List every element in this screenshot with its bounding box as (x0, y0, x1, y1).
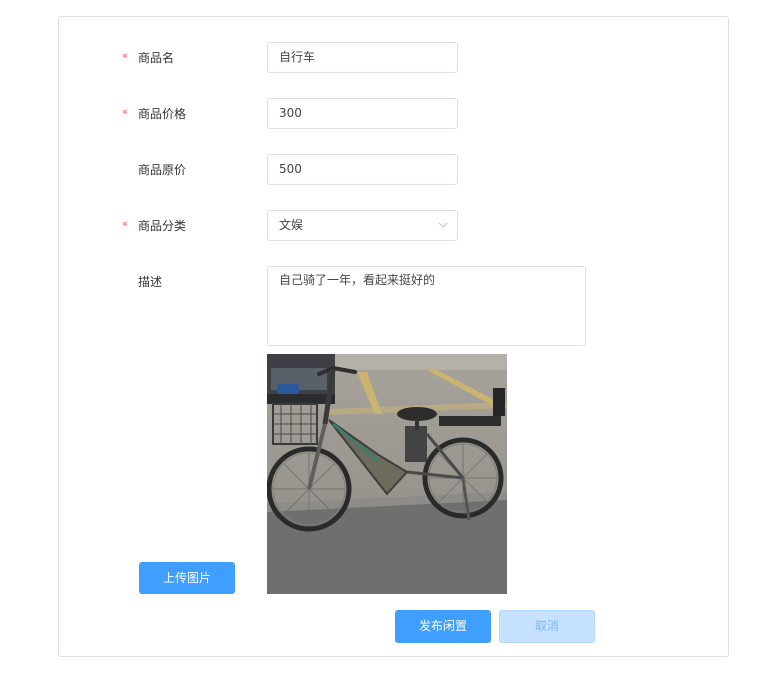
original-price-label: 商品原价 (138, 163, 187, 177)
description-label: 描述 (138, 275, 163, 289)
chevron-down-icon (438, 222, 448, 228)
upload-image-button[interactable]: 上传图片 (139, 562, 235, 594)
category-select[interactable]: 文娱 (267, 210, 458, 241)
required-mark: * (122, 219, 128, 233)
original-price-input[interactable]: 500 (267, 154, 458, 185)
category-select-value: 文娱 (279, 218, 304, 232)
bicycle-photo-image (267, 354, 507, 594)
publish-button[interactable]: 发布闲置 (395, 610, 491, 643)
description-textarea[interactable]: 自己骑了一年，看起来挺好的 (267, 266, 586, 346)
price-input[interactable]: 300 (267, 98, 458, 129)
required-mark: * (122, 107, 128, 121)
cancel-button[interactable]: 取消 (499, 610, 595, 643)
name-input[interactable]: 自行车 (267, 42, 458, 73)
category-label: 商品分类 (138, 219, 187, 233)
required-mark: * (122, 51, 128, 65)
product-photo (267, 354, 507, 594)
price-label: 商品价格 (138, 107, 187, 121)
name-label: 商品名 (138, 51, 175, 65)
